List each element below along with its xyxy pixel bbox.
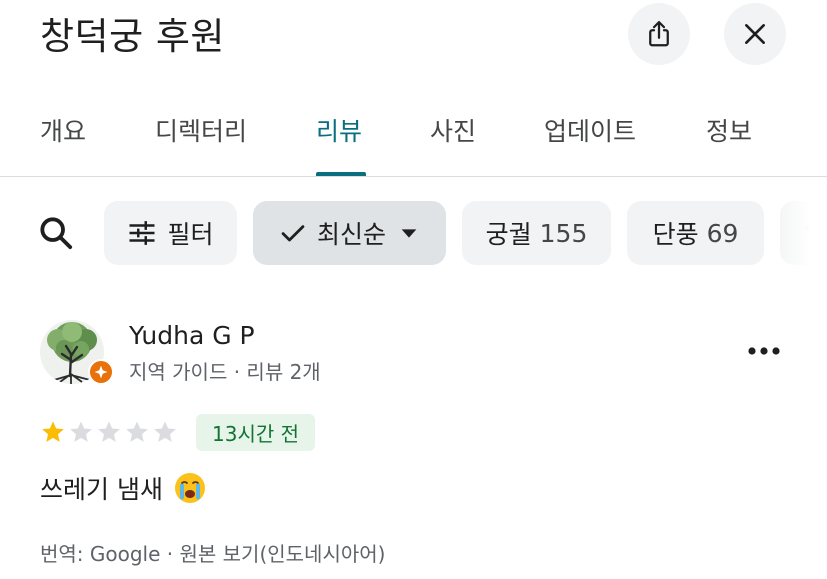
sort-chip[interactable]: 최신순: [253, 201, 446, 265]
topic-chip-count: 155: [539, 218, 588, 248]
share-button[interactable]: [628, 3, 690, 65]
more-horizontal-icon: [748, 347, 780, 355]
star-empty-icon: [126, 421, 148, 442]
local-guide-badge: [88, 359, 114, 385]
close-icon: [745, 24, 765, 44]
tab-reviews[interactable]: 리뷰: [316, 112, 362, 148]
sort-chip-label: 최신순: [316, 220, 386, 249]
page-title: 창덕궁 후원: [40, 15, 225, 58]
tab-updates[interactable]: 업데이트: [544, 112, 636, 148]
tab-overview[interactable]: 개요: [40, 112, 86, 148]
star-rating: [40, 419, 178, 445]
topic-chip-foliage[interactable]: 단풍 69: [627, 201, 764, 265]
translation-note[interactable]: 번역: Google · 원본 보기(인도네시아어): [40, 538, 385, 567]
tab-directory[interactable]: 디렉터리: [155, 112, 247, 148]
dropdown-arrow-icon: [401, 229, 417, 238]
star-empty-icon: [154, 421, 176, 442]
star-filled-icon: [42, 421, 64, 442]
topic-chip-palace[interactable]: 궁궐 155: [462, 201, 611, 265]
reviewer-name[interactable]: Yudha G P: [129, 321, 255, 350]
tab-divider: [0, 176, 827, 177]
filter-chip-label: 필터: [167, 220, 214, 249]
star-empty-icon: [98, 421, 120, 442]
review-text: 쓰레기 냄새: [40, 470, 207, 506]
close-button[interactable]: [724, 3, 786, 65]
review-text-body: 쓰레기 냄새: [40, 475, 163, 504]
topic-chip-label: 단풍: [652, 220, 699, 249]
star-empty-icon: [70, 421, 92, 442]
check-icon: [281, 225, 305, 242]
tune-icon: [129, 221, 155, 245]
loudly-crying-face-icon: [174, 473, 205, 503]
review-time-badge: 13시간 전: [196, 414, 316, 451]
share-icon: [649, 21, 669, 47]
filter-chip[interactable]: 필터: [104, 201, 237, 265]
search-icon: [40, 217, 73, 250]
tab-photos[interactable]: 사진: [430, 112, 476, 148]
topic-chip-label: 궁궐: [485, 220, 532, 249]
more-options-button[interactable]: [744, 336, 784, 366]
chip-row-fade: [770, 195, 827, 271]
search-reviews-button[interactable]: [30, 207, 82, 259]
tab-about[interactable]: 정보: [706, 112, 752, 148]
topic-chip-count: 69: [706, 218, 739, 248]
local-guide-star-icon: [94, 365, 108, 379]
reviewer-meta: 지역 가이드 · 리뷰 2개: [129, 360, 321, 384]
tab-bar: 개요 디렉터리 리뷰 사진 업데이트 정보: [0, 104, 827, 176]
